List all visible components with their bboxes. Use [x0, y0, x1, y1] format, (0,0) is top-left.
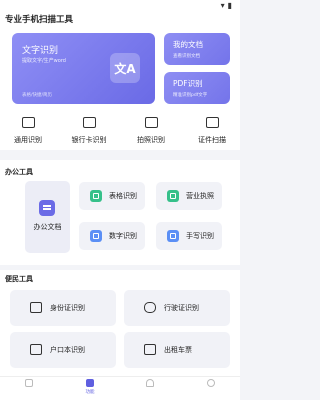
tab-profile[interactable] — [196, 379, 226, 389]
my-documents-card[interactable]: 我的文档 查看识别文档 — [164, 33, 230, 65]
tile-number-recognition[interactable]: 数字识别 — [79, 222, 145, 250]
camera-icon — [21, 117, 35, 128]
battery-icon: ▮ — [227, 1, 232, 10]
apps-icon — [86, 379, 94, 387]
bottom-tab-bar: 功能 — [0, 376, 240, 400]
tile-label: 手写识别 — [186, 232, 214, 240]
section-title-civil: 便民工具 — [5, 275, 33, 283]
card-tags: 表格/快捷/简历 — [22, 93, 53, 98]
translate-icon: 文A — [110, 53, 140, 83]
tile-driving-license-recognition[interactable]: 行驶证识别 — [124, 290, 230, 326]
card-title: 我的文档 — [173, 40, 203, 49]
car-icon — [144, 302, 156, 313]
quick-general-recognition[interactable]: 通用识别 — [2, 117, 54, 145]
tile-taxi-ticket[interactable]: 出租车票 — [124, 332, 230, 368]
quick-label: 证件扫描 — [198, 136, 226, 144]
quick-photo-recognition[interactable]: 拍照识别 — [125, 117, 177, 145]
tile-label: 数字识别 — [109, 232, 137, 240]
tab-label: 功能 — [85, 390, 95, 395]
id-card-icon — [30, 302, 42, 313]
table-icon — [90, 190, 102, 202]
home-icon — [25, 379, 33, 387]
quick-label: 通用识别 — [14, 136, 42, 144]
tile-label: 行驶证识别 — [164, 304, 199, 312]
app-title: 专业手机扫描工具 — [5, 15, 74, 25]
tile-handwriting-recognition[interactable]: 手写识别 — [156, 222, 222, 250]
wifi-icon: ▾ — [220, 1, 225, 10]
tile-label: 营业执照 — [186, 192, 214, 200]
card-title: 文字识别 — [22, 46, 59, 56]
tile-label: 身份证识别 — [50, 304, 85, 312]
card-subtitle: 精准识别pdf文字 — [173, 93, 208, 98]
tile-id-card-recognition[interactable]: 身份证识别 — [10, 290, 116, 326]
photo-icon — [144, 117, 158, 128]
handwriting-icon — [167, 230, 179, 242]
tile-table-recognition[interactable]: 表格识别 — [79, 182, 145, 210]
text-recognition-card[interactable]: 文字识别 提取文字/生产word 表格/快捷/简历 文A — [12, 33, 155, 104]
status-bar: ▾ ▮ — [0, 0, 240, 12]
taxi-ticket-icon — [144, 344, 156, 355]
document-icon — [39, 200, 55, 216]
quick-id-scan[interactable]: 证件扫描 — [186, 117, 238, 145]
user-icon — [207, 379, 215, 387]
quick-bank-card-recognition[interactable]: 银行卡识别 — [63, 117, 115, 145]
tile-label: 出租车票 — [164, 346, 192, 354]
tile-office-documents[interactable]: 办公文档 — [25, 181, 70, 253]
id-card-icon — [205, 117, 219, 128]
license-icon — [167, 190, 179, 202]
quick-label: 银行卡识别 — [71, 136, 107, 144]
pdf-recognition-card[interactable]: PDF识别 精准识别pdf文字 — [164, 72, 230, 104]
tile-label: 办公文档 — [33, 223, 62, 231]
tile-household-book-recognition[interactable]: 户口本识别 — [10, 332, 116, 368]
household-book-icon — [30, 344, 42, 355]
card-subtitle: 查看识别文档 — [173, 54, 200, 59]
tab-messages[interactable] — [135, 379, 165, 389]
tile-business-license[interactable]: 营业执照 — [156, 182, 222, 210]
card-subtitle: 提取文字/生产word — [22, 58, 66, 64]
tab-functions[interactable]: 功能 — [75, 379, 105, 395]
tile-label: 户口本识别 — [50, 346, 85, 354]
bank-card-icon — [82, 117, 96, 128]
card-title: PDF识别 — [173, 79, 203, 88]
section-title-office: 办公工具 — [5, 168, 33, 176]
quick-label: 拍照识别 — [137, 136, 165, 144]
tile-label: 表格识别 — [109, 192, 137, 200]
bell-icon — [146, 379, 154, 387]
number-icon — [90, 230, 102, 242]
tab-home[interactable] — [14, 379, 44, 389]
